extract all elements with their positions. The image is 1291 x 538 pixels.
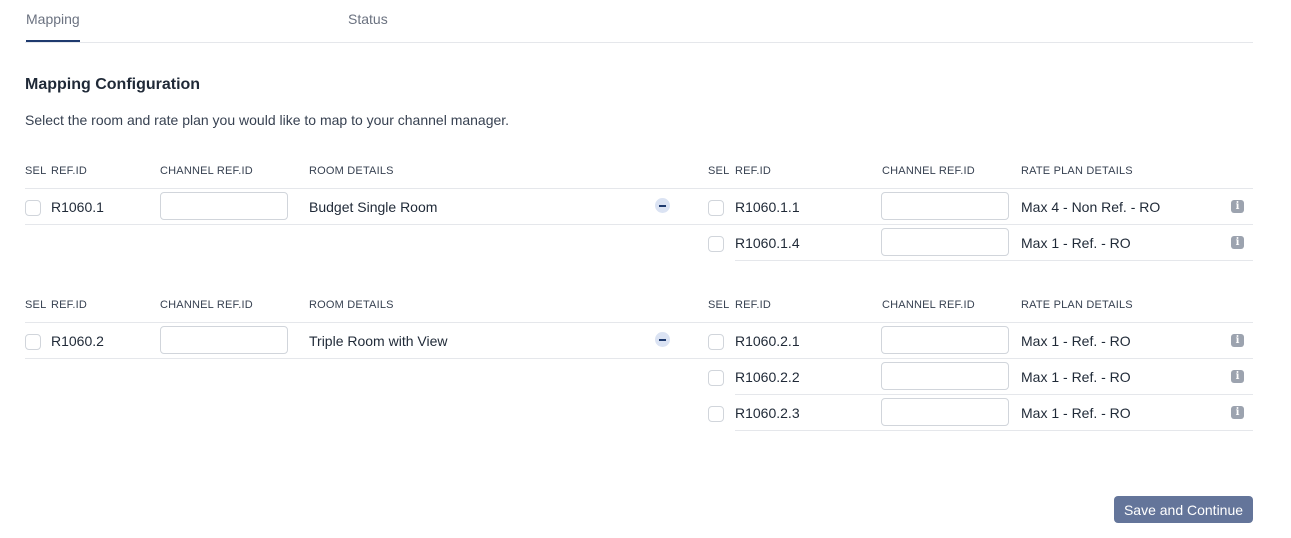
- info-icon[interactable]: i: [1231, 334, 1244, 347]
- rate-channel-ref-input[interactable]: [881, 326, 1009, 354]
- rate-ref-id: R1060.2.2: [735, 369, 800, 385]
- table-row: R1060.1.4 Max 1 - Ref. - RO i: [0, 225, 1291, 261]
- table-header: SEL REF.ID CHANNEL REF.ID ROOM DETAILS SEL RE…: [25, 294, 1253, 323]
- rate-checkbox[interactable]: [708, 236, 724, 252]
- room-checkbox[interactable]: [25, 200, 41, 216]
- column-header-sel: SEL: [708, 165, 730, 177]
- info-icon[interactable]: i: [1231, 406, 1244, 419]
- page-description: Select the room and rate plan you would …: [25, 112, 510, 128]
- rate-plan-details: Max 1 - Ref. - RO: [1021, 333, 1131, 349]
- collapse-minus-icon[interactable]: [655, 332, 670, 347]
- room-ref-id: R1060.2: [51, 333, 104, 349]
- rate-plan-details: Max 4 - Non Ref. - RO: [1021, 199, 1161, 215]
- tab-status[interactable]: Status: [348, 11, 388, 27]
- table-row: R1060.2 Triple Room with View R1060.2.1 Max…: [0, 323, 1291, 359]
- column-header-channel: CHANNEL REF.ID: [882, 299, 975, 311]
- info-icon[interactable]: i: [1231, 370, 1244, 383]
- room-channel-ref-input[interactable]: [160, 326, 288, 354]
- table-row: R1060.2.2 Max 1 - Ref. - RO i: [0, 359, 1291, 395]
- room-channel-ref-input[interactable]: [160, 192, 288, 220]
- row-divider: [735, 430, 1253, 431]
- rate-channel-ref-input[interactable]: [881, 192, 1009, 220]
- room-details: Budget Single Room: [309, 199, 438, 215]
- column-header-rate: RATE PLAN DETAILS: [1021, 165, 1133, 177]
- column-header-channel: CHANNEL REF.ID: [160, 165, 253, 177]
- room-group: SEL REF.ID CHANNEL REF.ID ROOM DETAILS SEL RE…: [0, 160, 1291, 261]
- info-icon[interactable]: i: [1231, 200, 1244, 213]
- room-checkbox[interactable]: [25, 334, 41, 350]
- column-header-ref: REF.ID: [735, 299, 772, 311]
- table-header: SEL REF.ID CHANNEL REF.ID ROOM DETAILS SEL RE…: [25, 160, 1253, 189]
- column-header-channel: CHANNEL REF.ID: [882, 165, 975, 177]
- rate-ref-id: R1060.2.1: [735, 333, 800, 349]
- column-header-room: ROOM DETAILS: [309, 299, 394, 311]
- column-header-channel: CHANNEL REF.ID: [160, 299, 253, 311]
- rate-channel-ref-input[interactable]: [881, 362, 1009, 390]
- rate-plan-details: Max 1 - Ref. - RO: [1021, 405, 1131, 421]
- room-group: SEL REF.ID CHANNEL REF.ID ROOM DETAILS SEL RE…: [0, 294, 1291, 431]
- rate-channel-ref-input[interactable]: [881, 398, 1009, 426]
- rate-plan-details: Max 1 - Ref. - RO: [1021, 369, 1131, 385]
- rate-checkbox[interactable]: [708, 370, 724, 386]
- save-and-continue-button[interactable]: Save and Continue: [1114, 496, 1253, 523]
- rate-ref-id: R1060.1.1: [735, 199, 800, 215]
- column-header-sel: SEL: [25, 165, 47, 177]
- table-row: R1060.2.3 Max 1 - Ref. - RO i: [0, 395, 1291, 431]
- page-title: Mapping Configuration: [25, 76, 201, 93]
- rate-plan-details: Max 1 - Ref. - RO: [1021, 235, 1131, 251]
- tab-bar: Mapping Status: [25, 0, 1253, 43]
- column-header-rate: RATE PLAN DETAILS: [1021, 299, 1133, 311]
- mapping-groups: SEL REF.ID CHANNEL REF.ID ROOM DETAILS SEL RE…: [0, 160, 1291, 464]
- rate-ref-id: R1060.2.3: [735, 405, 800, 421]
- tab-mapping[interactable]: Mapping: [26, 11, 80, 42]
- rate-checkbox[interactable]: [708, 334, 724, 350]
- column-header-ref: REF.ID: [735, 165, 772, 177]
- column-header-ref: REF.ID: [51, 299, 88, 311]
- info-icon[interactable]: i: [1231, 236, 1244, 249]
- row-divider: [735, 260, 1253, 261]
- collapse-minus-icon[interactable]: [655, 198, 670, 213]
- column-header-ref: REF.ID: [51, 165, 88, 177]
- column-header-sel: SEL: [25, 299, 47, 311]
- column-header-room: ROOM DETAILS: [309, 165, 394, 177]
- rate-checkbox[interactable]: [708, 200, 724, 216]
- rate-checkbox[interactable]: [708, 406, 724, 422]
- rate-ref-id: R1060.1.4: [735, 235, 800, 251]
- rate-channel-ref-input[interactable]: [881, 228, 1009, 256]
- table-row: R1060.1 Budget Single Room R1060.1.1 Max 4 …: [0, 189, 1291, 225]
- column-header-sel: SEL: [708, 299, 730, 311]
- room-ref-id: R1060.1: [51, 199, 104, 215]
- room-details: Triple Room with View: [309, 333, 448, 349]
